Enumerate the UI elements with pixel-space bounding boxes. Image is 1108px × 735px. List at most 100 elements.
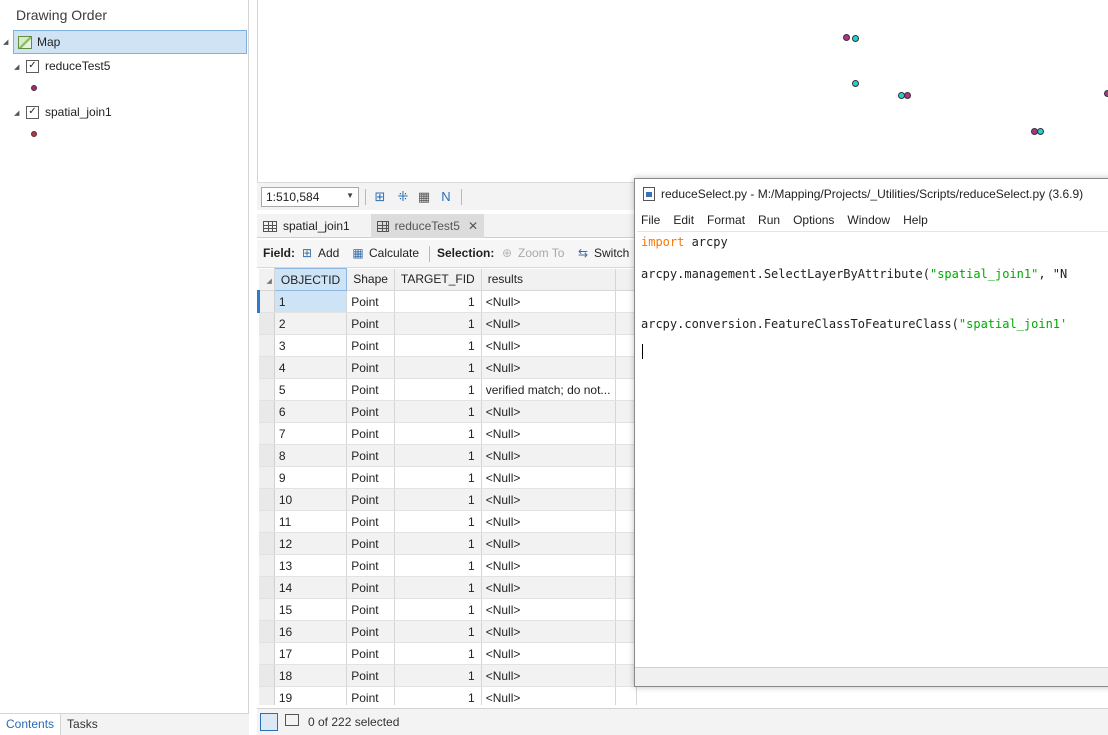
table-row[interactable]: 10 Point 1 <Null> — [258, 488, 637, 511]
menu-run[interactable]: Run — [758, 213, 780, 227]
table-row[interactable]: 2 Point 1 <Null> — [258, 312, 637, 335]
table-row[interactable]: 5 Point 1 verified match; do not... — [258, 378, 637, 401]
menu-options[interactable]: Options — [793, 213, 834, 227]
row-header[interactable] — [258, 598, 275, 621]
select-all-corner[interactable]: ◢ — [258, 268, 275, 291]
cell-target-fid[interactable]: 1 — [394, 576, 482, 599]
column-header-objectid[interactable]: OBJECTID — [273, 268, 348, 291]
switch-selection-button[interactable]: ⇆ Switch — [576, 246, 629, 260]
row-header[interactable] — [258, 378, 275, 401]
cell-results[interactable]: <Null> — [481, 444, 616, 467]
table-row[interactable]: 11 Point 1 <Null> — [258, 510, 637, 533]
column-header-shape[interactable]: Shape — [346, 268, 395, 291]
menu-file[interactable]: File — [641, 213, 660, 227]
expand-map-icon[interactable]: ◢ — [3, 38, 8, 46]
menu-help[interactable]: Help — [903, 213, 928, 227]
row-header[interactable] — [258, 466, 275, 489]
cell-results[interactable]: <Null> — [481, 312, 616, 335]
cell-results[interactable]: <Null> — [481, 598, 616, 621]
cell-target-fid[interactable]: 1 — [394, 422, 482, 445]
table-row[interactable]: 18 Point 1 <Null> — [258, 664, 637, 687]
cell-results[interactable]: <Null> — [481, 334, 616, 357]
show-all-records-icon[interactable] — [260, 713, 278, 731]
row-header[interactable] — [257, 290, 275, 313]
cell-target-fid[interactable]: 1 — [394, 532, 482, 555]
row-header[interactable] — [258, 334, 275, 357]
cell-objectid[interactable]: 15 — [274, 598, 348, 621]
attribute-table[interactable]: ◢ OBJECTID Shape TARGET_FID results 1 Poi… — [257, 268, 637, 705]
cell-target-fid[interactable]: 1 — [394, 620, 482, 643]
table-row[interactable]: 14 Point 1 <Null> — [258, 576, 637, 599]
cell-results[interactable]: <Null> — [481, 664, 616, 687]
expand-layer-icon[interactable]: ◢ — [14, 109, 19, 117]
cell-results[interactable]: <Null> — [481, 290, 616, 313]
cell-objectid[interactable]: 7 — [274, 422, 348, 445]
cell-target-fid[interactable]: 1 — [394, 488, 482, 511]
table-row[interactable]: 9 Point 1 <Null> — [258, 466, 637, 489]
cell-shape[interactable]: Point — [346, 488, 395, 511]
cell-target-fid[interactable]: 1 — [394, 444, 482, 467]
row-header[interactable] — [258, 400, 275, 423]
row-header[interactable] — [258, 620, 275, 643]
cell-results[interactable]: <Null> — [481, 620, 616, 643]
row-header[interactable] — [258, 444, 275, 467]
cell-target-fid[interactable]: 1 — [394, 400, 482, 423]
add-field-button[interactable]: ⊞ Add — [300, 246, 339, 260]
zoom-to-button[interactable]: ⊕ Zoom To — [500, 246, 565, 260]
cell-shape[interactable]: Point — [346, 554, 395, 577]
close-icon[interactable]: ✕ — [468, 219, 478, 233]
cell-shape[interactable]: Point — [346, 378, 395, 401]
row-header[interactable] — [258, 532, 275, 555]
cell-target-fid[interactable]: 1 — [394, 598, 482, 621]
row-header[interactable] — [258, 554, 275, 577]
cell-results[interactable]: <Null> — [481, 466, 616, 489]
row-header[interactable] — [258, 488, 275, 511]
cell-results[interactable]: <Null> — [481, 510, 616, 533]
row-header[interactable] — [258, 356, 275, 379]
cell-results[interactable]: verified match; do not... — [481, 378, 616, 401]
row-header[interactable] — [258, 312, 275, 335]
menu-window[interactable]: Window — [847, 213, 890, 227]
cell-objectid[interactable]: 18 — [274, 664, 348, 687]
cell-objectid[interactable]: 3 — [274, 334, 348, 357]
tab-tasks[interactable]: Tasks — [61, 714, 104, 735]
cell-target-fid[interactable]: 1 — [394, 356, 482, 379]
table-row[interactable]: 8 Point 1 <Null> — [258, 444, 637, 467]
cell-results[interactable]: <Null> — [481, 532, 616, 555]
cell-target-fid[interactable]: 1 — [394, 334, 482, 357]
cell-results[interactable]: <Null> — [481, 686, 616, 705]
cell-results[interactable]: <Null> — [481, 576, 616, 599]
table-row[interactable]: 15 Point 1 <Null> — [258, 598, 637, 621]
menu-format[interactable]: Format — [707, 213, 745, 227]
cell-objectid[interactable]: 10 — [274, 488, 348, 511]
cell-results[interactable]: <Null> — [481, 642, 616, 665]
map-node[interactable]: ◢ Map — [3, 30, 247, 54]
table-row[interactable]: 6 Point 1 <Null> — [258, 400, 637, 423]
map-point[interactable] — [852, 80, 859, 87]
cell-target-fid[interactable]: 1 — [394, 466, 482, 489]
cell-shape[interactable]: Point — [346, 620, 395, 643]
layer-visibility-checkbox[interactable]: ✓ — [26, 59, 39, 73]
row-header[interactable] — [258, 686, 275, 705]
table-row[interactable]: 1 Point 1 <Null> — [257, 290, 637, 313]
cell-shape[interactable]: Point — [346, 444, 395, 467]
cell-objectid[interactable]: 9 — [274, 466, 348, 489]
cell-target-fid[interactable]: 1 — [394, 290, 482, 313]
cell-shape[interactable]: Point — [346, 290, 395, 313]
cell-shape[interactable]: Point — [346, 312, 395, 335]
cell-target-fid[interactable]: 1 — [394, 510, 482, 533]
column-header-results[interactable]: results — [481, 268, 616, 291]
cell-target-fid[interactable]: 1 — [394, 312, 482, 335]
expand-layer-icon[interactable]: ◢ — [14, 63, 19, 71]
table-row[interactable]: 13 Point 1 <Null> — [258, 554, 637, 577]
cell-objectid[interactable]: 1 — [274, 290, 348, 313]
cell-shape[interactable]: Point — [346, 356, 395, 379]
show-selected-records-icon[interactable] — [285, 714, 299, 726]
cell-shape[interactable]: Point — [346, 686, 395, 705]
cell-target-fid[interactable]: 1 — [394, 642, 482, 665]
cell-target-fid[interactable]: 1 — [394, 664, 482, 687]
cell-shape[interactable]: Point — [346, 576, 395, 599]
cell-objectid[interactable]: 17 — [274, 642, 348, 665]
cell-results[interactable]: <Null> — [481, 488, 616, 511]
row-header[interactable] — [258, 664, 275, 687]
